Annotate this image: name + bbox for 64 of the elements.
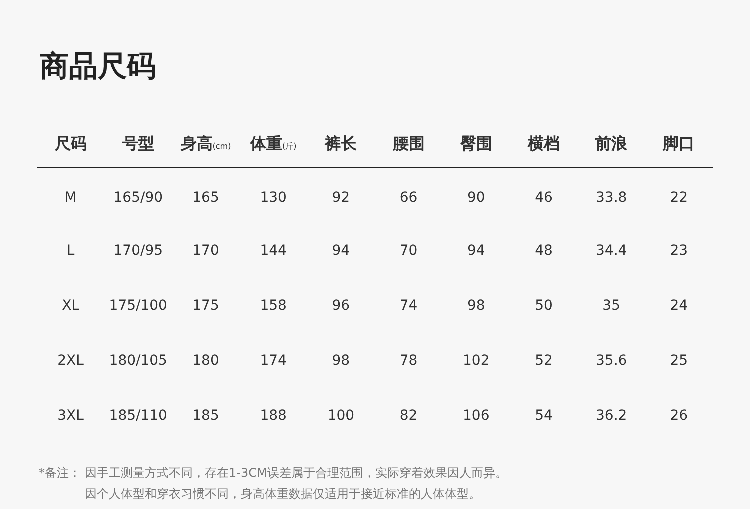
note-text: 因手工测量方式不同，存在1-3CM误差属于合理范围，实际穿着效果因人而异。 [85,465,508,482]
table-cell-text: 170 [192,242,220,258]
table-cell-text: 144 [259,242,288,258]
table-cell-text: 158 [259,298,288,314]
table-cell-text: 185 [192,408,220,424]
table-cell-text: 66 [398,190,419,206]
table-cell-text: 96 [331,298,352,314]
table-cell-text: 36.2 [595,408,628,424]
column-header: 臀围 [459,134,494,155]
table-cell-text: 94 [466,242,486,258]
note-text: 因个人体型和穿衣习惯不同，身高体重数据仅适用于接近标准的人体体型。 [85,486,482,503]
table-cell-text: 48 [534,242,554,258]
table-cell-text: 22 [669,190,690,206]
column-header: 腰围 [392,134,426,155]
column-header: 脚口 [662,134,696,155]
column-header: 横档 [526,134,561,155]
table-cell-text: L [66,242,76,258]
table-cell-text: 94 [331,242,352,258]
column-header: 体重(斤) [249,134,298,155]
table-cell-text: 46 [534,190,554,206]
table-cell-text: 33.8 [595,190,628,206]
table-cell-text: 170/95 [112,242,164,258]
table-cell-text: 35 [602,298,622,314]
column-header: 前浪 [594,134,629,155]
table-cell-text: 78 [398,352,419,368]
table-cell-text: 90 [466,190,486,206]
table-cell-text: 92 [331,190,352,206]
table-cell-text: 175/100 [108,298,168,314]
table-cell-text: 106 [462,408,491,424]
column-header: 裤长 [324,134,358,155]
table-cell-text: 98 [331,352,352,368]
table-cell-text: 24 [669,298,690,314]
table-cell-text: 174 [259,352,288,368]
column-header: 尺码 [54,134,88,155]
table-cell-text: 3XL [56,408,85,424]
note-label: *备注： [39,465,81,482]
table-cell-text: 82 [398,408,419,424]
table-cell-text: 50 [534,298,554,314]
table-cell-text: 180 [192,352,220,368]
table-cell-text: 100 [326,408,356,424]
table-cell-text: 175 [192,298,220,314]
table-cell-text: 165/90 [112,190,164,206]
table-cell-text: 52 [534,352,554,368]
table-cell-text: 165 [192,190,220,206]
table-cell-text: 25 [669,352,690,368]
table-cell-text: 130 [259,190,288,206]
column-header: 身高(cm) [180,134,232,155]
table-cell-text: 23 [669,242,690,258]
table-cell-text: 26 [669,408,690,424]
table-cell-text: 70 [398,242,419,258]
table-cell-text: 74 [398,298,419,314]
table-cell-text: M [64,190,78,206]
table-cell-text: 188 [259,408,288,424]
table-cell-text: 34.4 [595,242,628,258]
table-cell-text: 185/110 [108,408,168,424]
table-cell-text: 102 [462,352,491,368]
table-cell-text: 35.6 [595,352,628,368]
table-cell-text: 54 [534,408,554,424]
table-cell-text: 180/105 [108,352,168,368]
table-cell-text: XL [61,298,80,314]
page-title: 商品尺码 [40,48,157,85]
table-cell-text: 98 [466,298,486,314]
column-header: 号型 [121,134,156,155]
table-cell-text: 2XL [56,352,85,368]
